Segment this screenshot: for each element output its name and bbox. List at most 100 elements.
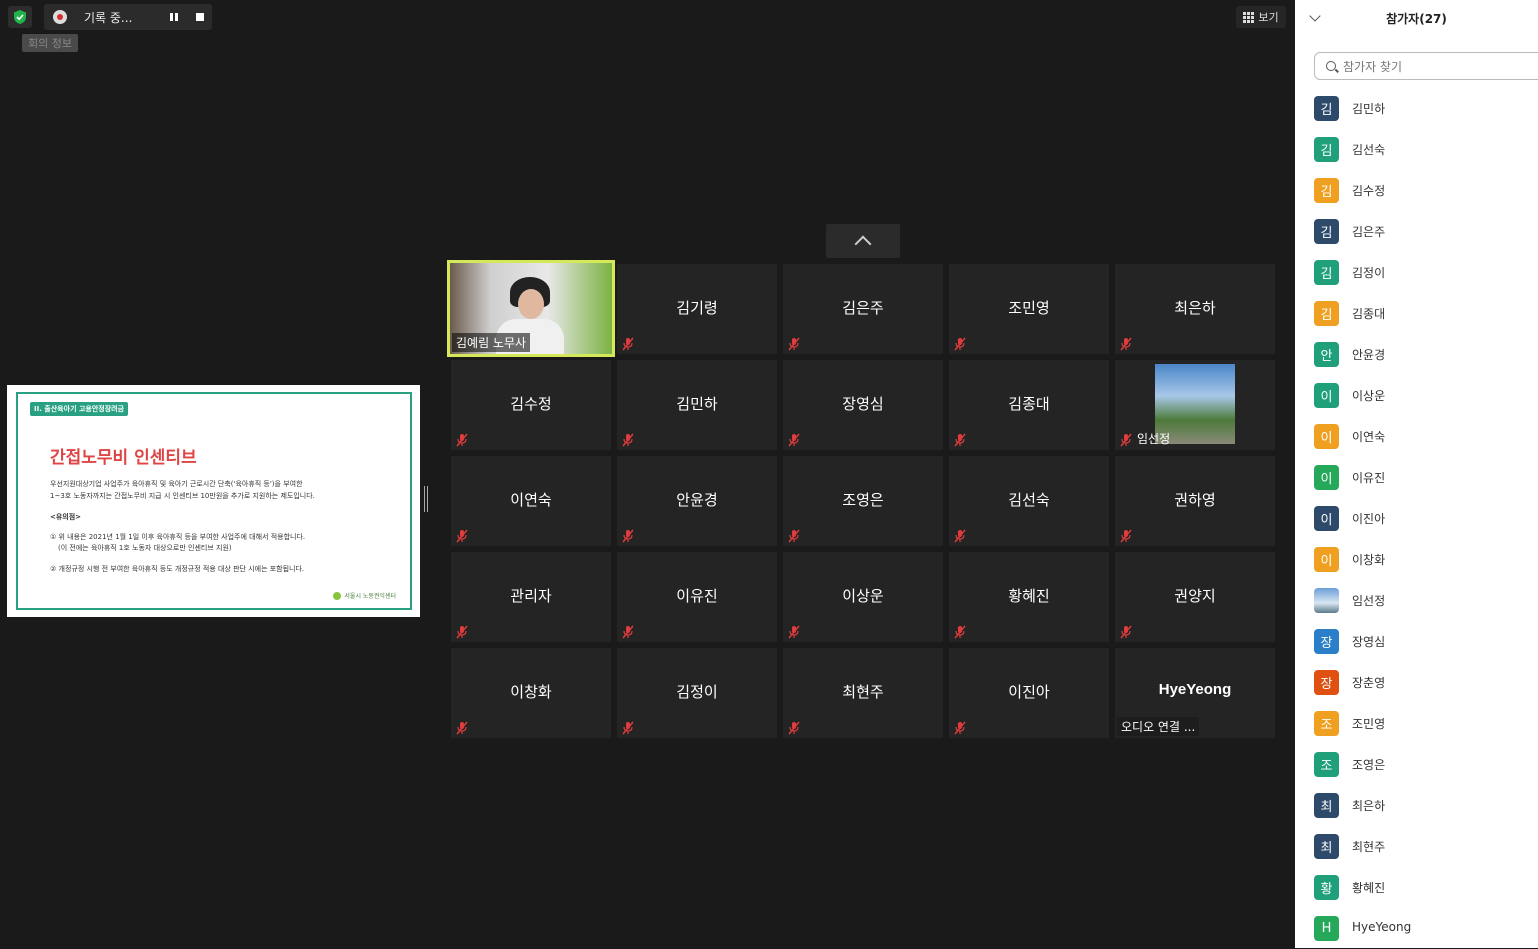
participants-title: 참가자(27) [1386,12,1447,26]
video-tile[interactable]: 관리자 [451,552,611,642]
participant-row[interactable]: 조 조영은 [1295,744,1538,785]
participant-row[interactable]: 장 장영심 [1295,621,1538,662]
slide-title: 간접노무비 인센티브 [50,448,197,468]
tile-name-label: 김예림 노무사 [452,333,531,352]
tile-name: 관리자 [510,587,552,605]
video-tile[interactable]: 권양지 [1115,552,1275,642]
search-input[interactable] [1341,57,1535,77]
participant-row[interactable]: 이 이유진 [1295,457,1538,498]
participant-name: HyeYeong [1352,920,1412,934]
slide-line: ① 위 내용은 2021년 1월 1일 이후 육아휴직 등을 부여한 사업주에 … [50,533,306,541]
participant-row[interactable]: H HyeYeong [1295,908,1538,949]
video-tile[interactable]: 이진아 [949,648,1109,738]
tile-name: HyeYeong [1158,681,1232,698]
video-tile[interactable]: 최은하 [1115,264,1275,354]
recording-bar: 기록 중... [44,4,212,30]
tile-name: 김민하 [676,395,718,413]
muted-mic-icon [1120,433,1132,447]
video-tile[interactable]: 이유진 [617,552,777,642]
muted-mic-icon [622,625,634,639]
video-tile[interactable]: 이창화 [451,648,611,738]
tile-name: 이유진 [676,587,718,605]
meeting-info-button[interactable]: 회의 정보 [22,34,78,52]
video-tile[interactable]: 김은주 [783,264,943,354]
slide-footer: 서울시 노동권익센터 [333,591,396,600]
participant-search[interactable] [1314,52,1538,80]
avatar: 최 [1314,834,1339,859]
video-tile[interactable]: 김민하 [617,360,777,450]
participant-row[interactable]: 이 이상운 [1295,375,1538,416]
shared-screen[interactable]: II. 출산육아기 고용안정장려금 간접노무비 인센티브 우선지원대상기업 사업… [7,385,420,617]
stop-recording-button[interactable] [192,10,208,24]
video-tile[interactable]: 권하영 [1115,456,1275,546]
video-tile[interactable]: 이상운 [783,552,943,642]
participant-row[interactable]: 최 최현주 [1295,826,1538,867]
video-tile[interactable]: 김선숙 [949,456,1109,546]
tile-name: 황혜진 [1008,587,1050,605]
video-tile[interactable]: 황혜진 [949,552,1109,642]
participant-row[interactable]: 김 김은주 [1295,211,1538,252]
video-tile[interactable]: 임선정 [1115,360,1275,450]
video-tile-active-speaker[interactable]: 김예림 노무사 [447,260,615,357]
video-tile[interactable]: 안윤경 [617,456,777,546]
view-button-label: 보기 [1258,11,1279,24]
avatar: 이 [1314,506,1339,531]
audio-connecting-label: 오디오 연결 ... [1117,717,1200,736]
tile-name-label: 임선정 [1137,432,1171,446]
participant-row[interactable]: 장 장춘영 [1295,662,1538,703]
muted-mic-icon [456,625,468,639]
tile-name: 김종대 [1008,395,1050,413]
muted-mic-icon [1120,529,1132,543]
logo-icon [333,591,342,600]
participant-row[interactable]: 김 김정이 [1295,252,1538,293]
security-shield-icon[interactable] [8,6,32,28]
participant-row[interactable]: 이 이창화 [1295,539,1538,580]
participant-row[interactable]: 이 이진아 [1295,498,1538,539]
muted-mic-icon [788,433,800,447]
tile-name: 조영은 [842,491,884,509]
video-tile[interactable]: HyeYeong 오디오 연결 ... [1115,648,1275,738]
avatar: 장 [1314,670,1339,695]
participant-row[interactable]: 김 김종대 [1295,293,1538,334]
participant-name: 이진아 [1352,512,1386,526]
pause-recording-button[interactable] [166,10,182,24]
avatar: 조 [1314,711,1339,736]
video-tile[interactable]: 최현주 [783,648,943,738]
video-tile[interactable]: 김수정 [451,360,611,450]
participant-row[interactable]: 임선정 [1295,580,1538,621]
muted-mic-icon [456,721,468,735]
video-tile[interactable]: 김정이 [617,648,777,738]
participant-row[interactable]: 조 조민영 [1295,703,1538,744]
tile-name: 최현주 [842,683,884,701]
video-tile[interactable]: 조민영 [949,264,1109,354]
participant-name: 김정이 [1352,266,1386,280]
avatar: 안 [1314,342,1339,367]
participant-name: 김종대 [1352,307,1386,321]
participant-row[interactable]: 김 김수정 [1295,170,1538,211]
collapse-thumbnails-button[interactable] [826,224,900,258]
participant-row[interactable]: 황 황혜진 [1295,867,1538,908]
tile-name: 이창화 [510,683,552,701]
participant-row[interactable]: 최 최은하 [1295,785,1538,826]
participant-row[interactable]: 김 김민하 [1295,88,1538,129]
participant-row[interactable]: 김 김선숙 [1295,129,1538,170]
tile-name: 김기령 [676,299,718,317]
video-tile[interactable]: 장영심 [783,360,943,450]
split-resize-handle[interactable] [424,486,428,512]
participant-row[interactable]: 안 안윤경 [1295,334,1538,375]
view-button[interactable]: 보기 [1236,6,1286,28]
participant-name: 최은하 [1352,799,1386,813]
video-tile[interactable]: 김기령 [617,264,777,354]
participant-name: 조민영 [1352,717,1386,731]
video-tile[interactable]: 조영은 [783,456,943,546]
chevron-up-icon [854,235,872,253]
muted-mic-icon [622,433,634,447]
participant-name: 이상운 [1352,389,1386,403]
avatar: 김 [1314,301,1339,326]
muted-mic-icon [788,529,800,543]
recording-label: 기록 중... [84,11,133,25]
muted-mic-icon [788,625,800,639]
participant-row[interactable]: 이 이연숙 [1295,416,1538,457]
video-tile[interactable]: 이연숙 [451,456,611,546]
video-tile[interactable]: 김종대 [949,360,1109,450]
